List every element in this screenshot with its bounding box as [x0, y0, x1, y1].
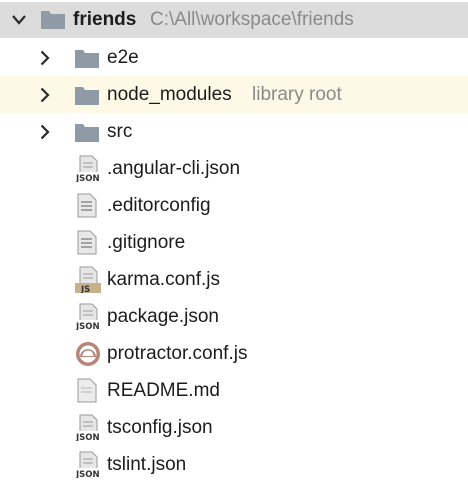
tree-item-tsconfig-json[interactable]: JSON tsconfig.json [0, 409, 468, 446]
tree-item-label: src [107, 121, 133, 142]
chevron-right-icon[interactable] [38, 123, 52, 141]
tree-item-label: .editorconfig [107, 195, 211, 216]
json-icon-text: JSON [75, 174, 100, 182]
tree-item-src[interactable]: src [0, 113, 468, 150]
tree-item-tslint-json[interactable]: JSON tslint.json [0, 446, 468, 483]
folder-icon [74, 84, 100, 106]
folder-icon [74, 121, 100, 143]
tree-item-label: protractor.conf.js [107, 343, 248, 364]
folder-icon [40, 8, 66, 30]
tree-item-label: README.md [107, 380, 220, 401]
chevron-right-icon[interactable] [38, 49, 52, 67]
chevron-right-icon[interactable] [38, 86, 52, 104]
json-file-icon: JSON [75, 155, 101, 182]
js-file-icon: JS [75, 266, 101, 293]
tree-item-label: .angular-cli.json [107, 158, 241, 179]
project-tree: friends C:\All\workspace\friends e2e nod… [0, 0, 468, 487]
root-folder-path: C:\All\workspace\friends [150, 9, 354, 30]
tree-item-angular-cli-json[interactable]: JSON .angular-cli.json [0, 150, 468, 187]
tree-item-label: tsconfig.json [107, 417, 213, 438]
chevron-down-icon[interactable] [12, 11, 26, 29]
text-file-icon [77, 193, 97, 218]
library-root-hint: library root [252, 84, 342, 105]
json-file-icon: JSON [75, 451, 101, 478]
tree-item-label: .gitignore [107, 232, 186, 253]
json-icon-text: JSON [75, 470, 100, 478]
root-folder-name: friends [73, 9, 137, 30]
tree-item-readme-md[interactable]: README.md [0, 372, 468, 409]
json-icon-text: JSON [75, 433, 100, 441]
tree-root-row[interactable]: friends C:\All\workspace\friends [0, 2, 468, 38]
tree-item-node-modules[interactable]: node_modules library root [0, 76, 468, 113]
json-icon-text: JSON [75, 322, 100, 330]
markdown-file-icon [77, 378, 97, 403]
tree-item-package-json[interactable]: JSON package.json [0, 298, 468, 335]
tree-item-karma-conf-js[interactable]: JS karma.conf.js [0, 261, 468, 298]
tree-item-e2e[interactable]: e2e [0, 39, 468, 76]
tree-item-editorconfig[interactable]: .editorconfig [0, 187, 468, 224]
tree-item-protractor-conf-js[interactable]: protractor.conf.js [0, 335, 468, 372]
protractor-icon [75, 341, 101, 367]
tree-item-label: tslint.json [107, 454, 187, 475]
js-icon-text: JS [80, 285, 90, 293]
folder-icon [74, 47, 100, 69]
tree-item-label: karma.conf.js [107, 269, 220, 290]
json-file-icon: JSON [75, 303, 101, 330]
tree-item-label: package.json [107, 306, 219, 327]
tree-item-label: node_modules [107, 84, 232, 105]
tree-item-label: e2e [107, 47, 139, 68]
text-file-icon [77, 230, 97, 255]
json-file-icon: JSON [75, 414, 101, 441]
tree-item-gitignore[interactable]: .gitignore [0, 224, 468, 261]
